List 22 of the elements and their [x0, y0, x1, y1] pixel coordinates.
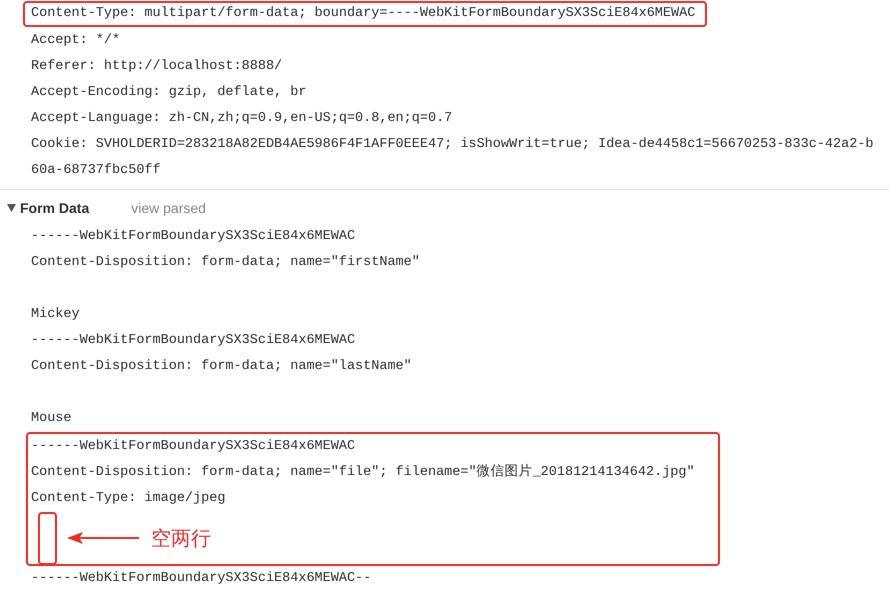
arrow-icon [67, 532, 139, 544]
form-data-line: ------WebKitFormBoundarySX3SciE84x6MEWAC [31, 228, 356, 246]
form-data-line: ------WebKitFormBoundarySX3SciE84x6MEWAC [31, 332, 356, 350]
form-data-line: Content-Disposition: form-data; name="file"; filename="微信图片_20181214134642.jpg" [31, 463, 696, 482]
header-line: Accept-Encoding: gzip, deflate, br [31, 85, 306, 100]
header-line: Accept: */* [31, 33, 120, 48]
form-data-line: ------WebKitFormBoundarySX3SciE84x6MEWAC [31, 438, 356, 456]
view-parsed-link[interactable]: view parsed [131, 198, 206, 218]
header-line: Referer: http://localhost:8888/ [31, 59, 282, 74]
form-data-line: Content-Disposition: form-data; name="lastName" [31, 358, 413, 376]
header-line: Accept-Language: zh-CN,zh;q=0.9,en-US;q=0.8,en;q=0.7 [31, 111, 452, 126]
annotation-note: 空两行 [151, 525, 211, 552]
form-data-line: Content-Disposition: form-data; name="firstName" [31, 254, 421, 272]
header-line: Content-Type: multipart/form-data; boundary=----WebKitFormBoundarySX3SciE84x6MEWAC [31, 5, 696, 23]
form-data-line: Content-Type: image/jpeg [31, 490, 226, 508]
header-line: 60a-68737fbc50ff [31, 163, 161, 178]
triangle-icon[interactable] [7, 204, 16, 212]
form-data-line: ------WebKitFormBoundarySX3SciE84x6MEWAC-- [31, 570, 372, 588]
section-title: Form Data [20, 198, 90, 218]
header-line: Cookie: SVHOLDERID=283218A82EDB4AE5986F4F1AFF0EEE47; isShowWrit=true; Idea-de4458c1=56670253-833c-42a2-b [31, 137, 874, 152]
form-data-line: Mickey [31, 306, 81, 324]
form-data-line: Mouse [31, 410, 73, 428]
